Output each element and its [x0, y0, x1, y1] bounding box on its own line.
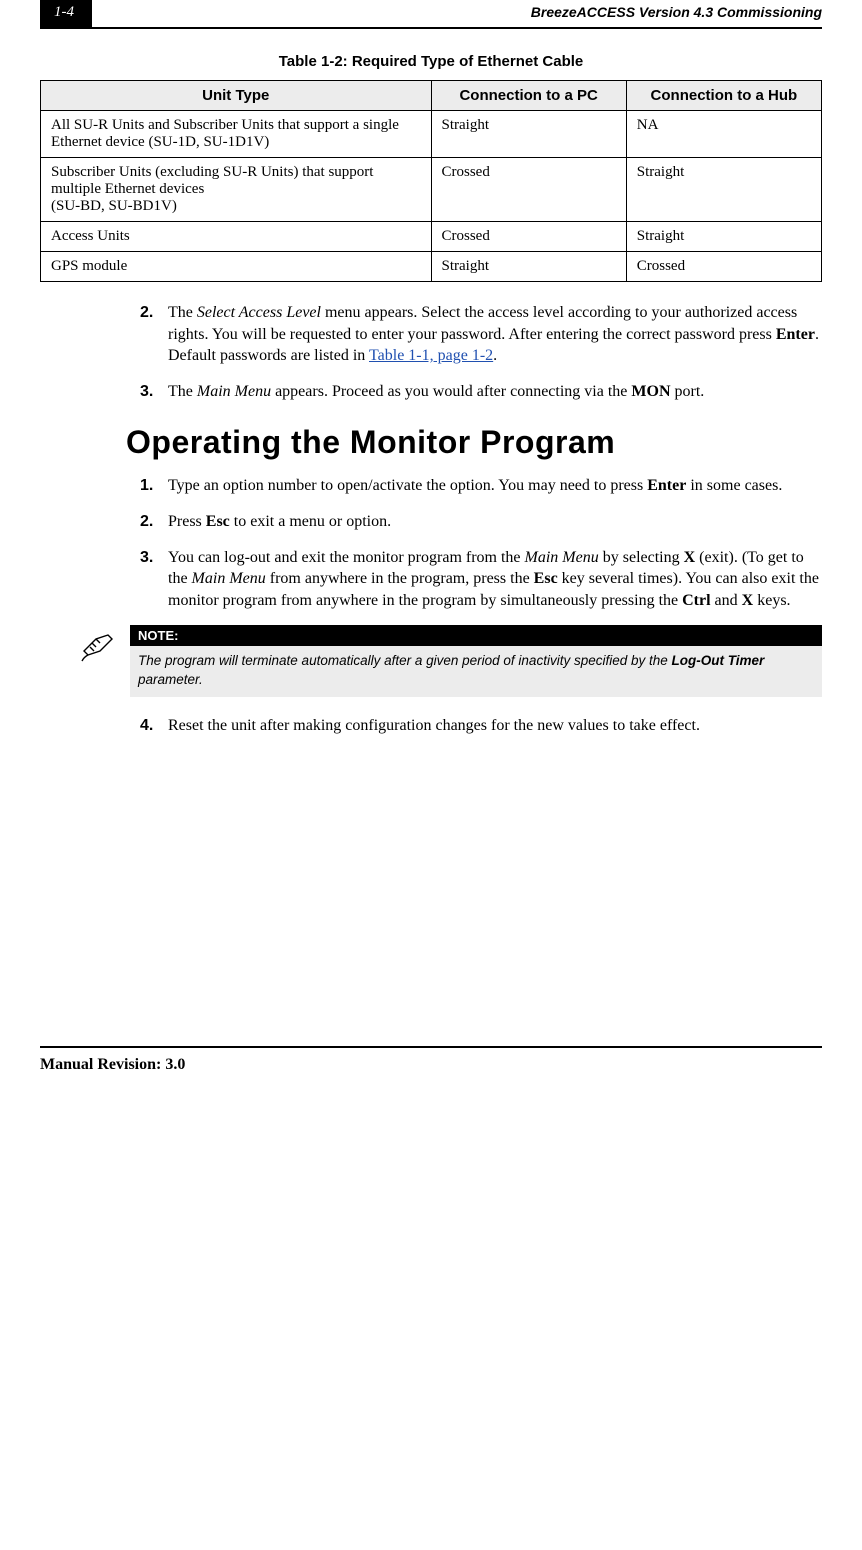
cell-unit: All SU-R Units and Subscriber Units that… — [41, 111, 432, 158]
cell-unit: GPS module — [41, 252, 432, 282]
list-item: 2. Press Esc to exit a menu or option. — [40, 511, 822, 533]
step-body: The Select Access Level menu appears. Se… — [168, 302, 822, 367]
table-header-row: Unit Type Connection to a PC Connection … — [41, 81, 822, 111]
note-body: The program will terminate automatically… — [130, 646, 822, 696]
step-body: Type an option number to open/activate t… — [168, 475, 822, 497]
step-number: 3. — [140, 547, 168, 612]
cell-pc: Straight — [431, 111, 626, 158]
cell-pc: Straight — [431, 252, 626, 282]
list-item: 3. The Main Menu appears. Proceed as you… — [40, 381, 822, 403]
page-number-box: 1-4 — [40, 0, 92, 27]
cell-hub: Straight — [626, 222, 821, 252]
document-title: BreezeACCESS Version 4.3 Commissioning — [92, 0, 822, 20]
list-item: 2. The Select Access Level menu appears.… — [40, 302, 822, 367]
list-item: 3. You can log-out and exit the monitor … — [40, 547, 822, 612]
list-item: 4. Reset the unit after making configura… — [40, 715, 822, 737]
step-number: 3. — [140, 381, 168, 403]
step-body: You can log-out and exit the monitor pro… — [168, 547, 822, 612]
step-body: Reset the unit after making configuratio… — [168, 715, 822, 737]
table-row: All SU-R Units and Subscriber Units that… — [41, 111, 822, 158]
table-row: GPS module Straight Crossed — [41, 252, 822, 282]
note-block: NOTE: The program will terminate automat… — [78, 625, 822, 696]
step-body: Press Esc to exit a menu or option. — [168, 511, 822, 533]
step-number: 1. — [140, 475, 168, 497]
list-item: 1. Type an option number to open/activat… — [40, 475, 822, 497]
table-1-1-link[interactable]: Table 1-1, page 1-2 — [369, 347, 493, 364]
section-heading: Operating the Monitor Program — [126, 424, 822, 461]
cell-unit: Access Units — [41, 222, 432, 252]
col-unit-type: Unit Type — [41, 81, 432, 111]
table-row: Access Units Crossed Straight — [41, 222, 822, 252]
page-header: 1-4 BreezeACCESS Version 4.3 Commissioni… — [40, 0, 822, 29]
col-conn-hub: Connection to a Hub — [626, 81, 821, 111]
ethernet-cable-table: Unit Type Connection to a PC Connection … — [40, 80, 822, 282]
step-number: 4. — [140, 715, 168, 737]
page-footer: Manual Revision: 3.0 — [40, 1046, 822, 1074]
table-caption: Table 1-2: Required Type of Ethernet Cab… — [40, 53, 822, 70]
step-body: The Main Menu appears. Proceed as you wo… — [168, 381, 822, 403]
cell-pc: Crossed — [431, 222, 626, 252]
cell-hub: NA — [626, 111, 821, 158]
note-icon — [78, 627, 118, 663]
note-label: NOTE: — [130, 625, 822, 646]
step-number: 2. — [140, 302, 168, 367]
table-row: Subscriber Units (excluding SU-R Units) … — [41, 158, 822, 222]
cell-hub: Crossed — [626, 252, 821, 282]
step-number: 2. — [140, 511, 168, 533]
cell-hub: Straight — [626, 158, 821, 222]
col-conn-pc: Connection to a PC — [431, 81, 626, 111]
cell-pc: Crossed — [431, 158, 626, 222]
cell-unit: Subscriber Units (excluding SU-R Units) … — [41, 158, 432, 222]
